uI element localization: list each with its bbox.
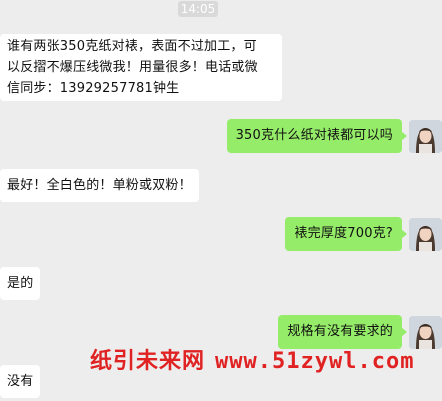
- bubble-tail: [401, 229, 407, 239]
- message-text: 裱完厚度700克?: [294, 226, 393, 241]
- avatar[interactable]: [409, 120, 442, 153]
- message-bubble-incoming[interactable]: 没有: [0, 365, 41, 398]
- message-text-line: 谁有两张350克纸对裱，表面不过加工，可: [7, 39, 257, 54]
- bubble-tail: [401, 131, 407, 141]
- message-text-line: 信同步：13929257781钟生: [7, 81, 180, 96]
- watermark-name: 纸引未来网: [90, 349, 206, 374]
- message-text: 是的: [7, 276, 34, 291]
- message-text: 规格有没有要求的: [287, 324, 393, 339]
- watermark-url: www.51zywl.com: [215, 349, 415, 374]
- message-bubble-incoming[interactable]: 是的: [0, 267, 41, 300]
- message-bubble-outgoing[interactable]: 350克什么纸对裱都可以吗: [226, 119, 407, 153]
- user-portrait-icon: [409, 218, 442, 251]
- avatar[interactable]: [409, 218, 442, 251]
- message-bubble-outgoing[interactable]: 裱完厚度700克?: [285, 217, 407, 251]
- bubble-tail: [401, 327, 407, 337]
- timestamp: 14:05: [178, 1, 218, 17]
- site-watermark: 纸引未来网 www.51zywl.com: [90, 343, 414, 375]
- message-text-line: 以反摺不爆压线微我！用量很多！电话或微: [7, 60, 258, 75]
- message-bubble-incoming[interactable]: 最好！全白色的！单粉或双粉！: [0, 169, 199, 202]
- message-text: 350克什么纸对裱都可以吗: [235, 128, 393, 143]
- message-text: 没有: [7, 374, 34, 389]
- user-portrait-icon: [409, 120, 442, 153]
- message-text: 最好！全白色的！单粉或双粉！: [7, 178, 192, 193]
- message-bubble-incoming[interactable]: 谁有两张350克纸对裱，表面不过加工，可 以反摺不爆压线微我！用量很多！电话或微…: [0, 34, 282, 101]
